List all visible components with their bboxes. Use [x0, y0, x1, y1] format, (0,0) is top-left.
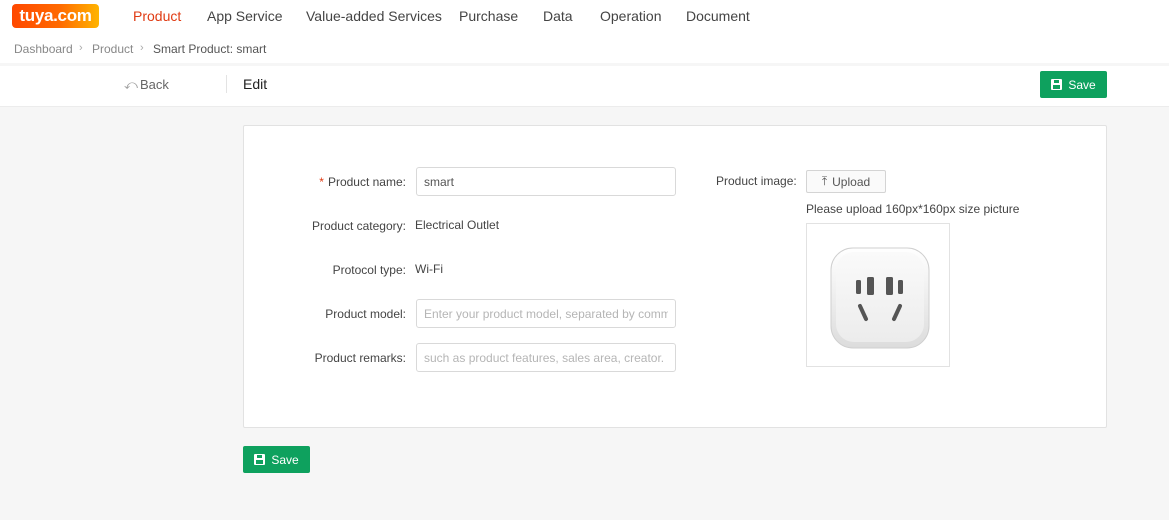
chevron-right-icon: ›: [140, 42, 144, 54]
upload-hint: Please upload 160px*160px size picture: [806, 202, 1020, 216]
upload-button[interactable]: ⤒ Upload: [806, 170, 886, 193]
product-remarks-label: Product remarks:: [314, 351, 406, 365]
nav-item-product[interactable]: Product: [133, 8, 181, 24]
nav-item-data[interactable]: Data: [543, 8, 573, 24]
product-remarks-input[interactable]: [416, 343, 676, 372]
back-arrow-icon: ⤺: [124, 77, 138, 92]
product-image-preview[interactable]: [806, 223, 950, 367]
protocol-type-label: Protocol type:: [332, 263, 406, 277]
save-icon: [254, 454, 266, 465]
header-save-button[interactable]: Save: [1040, 71, 1107, 98]
footer-save-button[interactable]: Save: [243, 446, 310, 473]
page-title: Edit: [243, 76, 268, 92]
top-navigation: tuya.com Product App Service Value-added…: [0, 0, 1169, 33]
breadcrumb-product[interactable]: Product: [92, 42, 133, 56]
nav-item-operation[interactable]: Operation: [600, 8, 661, 24]
tuya-logo[interactable]: tuya.com: [12, 4, 99, 28]
product-name-label: * Product name:: [319, 175, 406, 189]
breadcrumb-dashboard[interactable]: Dashboard: [14, 42, 73, 56]
divider: [226, 75, 227, 93]
required-marker: *: [319, 175, 324, 189]
nav-item-purchase[interactable]: Purchase: [459, 8, 518, 24]
back-button[interactable]: ⤺ Back: [124, 77, 169, 93]
nav-item-app-service[interactable]: App Service: [207, 8, 282, 24]
upload-label: Upload: [832, 174, 871, 189]
product-category-label: Product category:: [311, 219, 406, 233]
save-label: Save: [271, 452, 299, 467]
edit-header: ⤺ Back Edit Save: [0, 66, 1169, 107]
product-image-label: Product image:: [716, 174, 797, 188]
product-edit-card: *Product name: Product category: Electri…: [243, 125, 1107, 428]
smart-socket-image: [830, 247, 930, 349]
nav-item-value-added-services[interactable]: Value-added Services: [306, 8, 442, 24]
product-name-input[interactable]: [416, 167, 676, 196]
product-model-input[interactable]: [416, 299, 676, 328]
product-category-value: Electrical Outlet: [415, 218, 500, 232]
save-label: Save: [1068, 77, 1096, 92]
protocol-type-value: Wi-Fi: [415, 262, 443, 276]
save-icon: [1051, 79, 1063, 90]
breadcrumb: Dashboard › Product › Smart Product: sma…: [0, 33, 1169, 63]
breadcrumb-current: Smart Product: smart: [153, 42, 267, 56]
back-label: Back: [140, 77, 169, 92]
chevron-right-icon: ›: [79, 42, 83, 54]
product-model-label: Product model:: [325, 307, 406, 321]
upload-icon: ⤒: [821, 174, 828, 188]
nav-item-document[interactable]: Document: [686, 8, 750, 24]
